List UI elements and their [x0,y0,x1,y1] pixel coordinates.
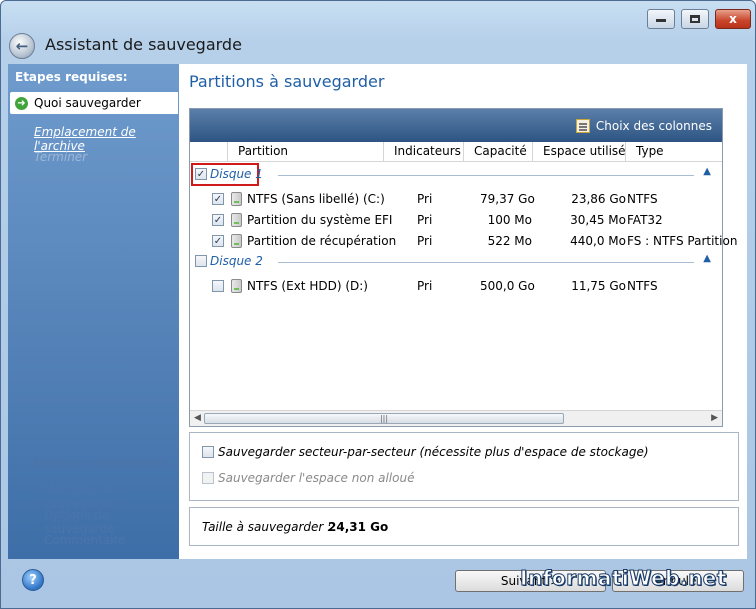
table-row[interactable]: Partition du système EFI Pri 100 Mo 30,4… [190,210,722,230]
partition-checkbox[interactable] [212,214,224,226]
minimize-button[interactable] [647,9,675,29]
partition-capacity: 500,0 Go [480,279,535,293]
table-row[interactable]: NTFS (Sans libellé) (C:) Pri 79,37 Go 23… [190,189,722,209]
horizontal-scrollbar[interactable]: ◀ ||| ▶ [190,410,722,426]
partition-checkbox[interactable] [212,193,224,205]
partition-disk-icon [231,192,242,206]
choose-columns-label: Choix des colonnes [595,119,712,133]
sector-by-sector-checkbox[interactable] [202,446,214,458]
disk-1-checkbox[interactable] [195,168,207,180]
page-title: Partitions à sauvegarder [189,72,385,91]
partition-name: NTFS (Ext HDD) (D:) [247,279,368,293]
choose-columns-button[interactable]: Choix des colonnes [575,119,712,133]
disk-2-label: Disque 2 [210,254,263,268]
partition-flags: Pri [417,234,433,248]
partition-type: FS : NTFS Partition [627,234,738,248]
column-header-type[interactable]: Type [626,142,722,161]
minimize-icon [656,16,666,22]
back-button[interactable]: ← [9,33,35,59]
partition-used-space: 23,86 Go [571,192,626,206]
table-row[interactable]: Partition de récupération Pri 522 Mo 440… [190,231,737,251]
partition-used-space: 440,0 Mo [570,234,626,248]
sector-by-sector-label: Sauvegarder secteur-par-secteur (nécessi… [218,445,649,459]
column-header-select[interactable] [190,142,228,161]
step-label: Quoi sauvegarder [34,96,141,110]
collapse-chevron-icon[interactable]: ▲ [703,253,711,264]
partition-checkbox[interactable] [212,280,224,292]
window-title: Assistant de sauvegarde [45,35,242,54]
step-what-to-backup[interactable]: ➜ Quoi sauvegarder [10,92,178,114]
maximize-icon [690,15,700,23]
collapse-chevron-icon[interactable]: ▲ [703,166,711,177]
partition-capacity: 79,37 Go [480,192,535,206]
scroll-right-icon[interactable]: ▶ [711,413,718,423]
current-step-arrow-icon: ➜ [15,97,28,110]
partition-checkbox[interactable] [212,235,224,247]
optional-step-backup-method[interactable]: Méthode de sauvegarde [44,483,179,511]
column-headers: Partition Indicateurs Capacité Espace ut… [190,142,722,162]
close-icon: x [729,12,737,26]
partition-capacity: 522 Mo [487,234,532,248]
column-header-flags[interactable]: Indicateurs [384,142,464,161]
optional-steps-heading: Etapes optionnelles: [32,456,171,470]
step-archive-location[interactable]: Emplacement de l'archive [34,125,179,153]
disk-2-checkbox[interactable] [195,255,207,267]
column-header-partition[interactable]: Partition [228,142,384,161]
partition-name: Partition du système EFI [247,213,393,227]
wizard-window: x ← Assistant de sauvegarde Etapes requi… [0,0,756,609]
partition-flags: Pri [417,279,433,293]
disk-group-2: Disque 2 ▲ [190,252,722,272]
scroll-left-icon[interactable]: ◀ [194,413,201,423]
partition-type: NTFS [627,279,658,293]
group-divider [278,175,694,176]
sector-by-sector-option[interactable]: Sauvegarder secteur-par-secteur (nécessi… [202,445,649,459]
partition-name: NTFS (Sans libellé) (C:) [247,192,385,206]
optional-step-comment[interactable]: Commentaire [44,533,126,547]
partition-type: NTFS [627,192,658,206]
optional-step-backup-options[interactable]: Options de sauvegarde [44,508,179,536]
disk-1-label: Disque 1 [210,167,263,181]
partition-flags: Pri [417,192,433,206]
partition-disk-icon [231,279,242,293]
close-button[interactable]: x [715,9,751,29]
scroll-thumb[interactable]: ||| [204,413,564,424]
column-header-used-space[interactable]: Espace utilisé [533,142,626,161]
unallocated-label: Sauvegarder l'espace non alloué [218,471,415,485]
partition-capacity: 100 Mo [487,213,532,227]
help-icon[interactable]: ? [22,569,44,591]
unallocated-checkbox [202,472,214,484]
watermark-logo: InformatiWeb.net [520,566,727,591]
backup-size-box: Taille à sauvegarder : 24,31 Go [189,507,739,546]
partition-name: Partition de récupération [247,234,397,248]
main-panel: Partitions à sauvegarder Choix des colon… [179,64,747,559]
partition-disk-icon [231,213,242,227]
partition-used-space: 11,75 Go [571,279,626,293]
maximize-button[interactable] [681,9,709,29]
backup-size-label: Taille à sauvegarder : [202,520,332,534]
partition-flags: Pri [417,213,433,227]
column-header-capacity[interactable]: Capacité [464,142,533,161]
table-row[interactable]: NTFS (Ext HDD) (D:) Pri 500,0 Go 11,75 G… [190,276,722,296]
required-steps-heading: Etapes requises: [15,70,128,84]
partition-type: FAT32 [627,213,663,227]
table-toolbar: Choix des colonnes [190,109,722,142]
step-finish: Terminer [34,150,88,164]
group-divider [278,262,694,263]
back-arrow-icon: ← [15,37,29,55]
disk-group-1: Disque 1 ▲ [190,163,722,186]
partition-used-space: 30,45 Mo [570,213,626,227]
partition-disk-icon [231,234,242,248]
partitions-table: Choix des colonnes Partition Indicateurs… [189,108,737,427]
sidebar: Etapes requises: ➜ Quoi sauvegarder Empl… [8,64,179,559]
unallocated-option: Sauvegarder l'espace non alloué [202,471,414,485]
backup-options-box: Sauvegarder secteur-par-secteur (nécessi… [189,432,739,501]
columns-icon [575,119,590,133]
backup-size-value: 24,31 Go [328,520,389,534]
